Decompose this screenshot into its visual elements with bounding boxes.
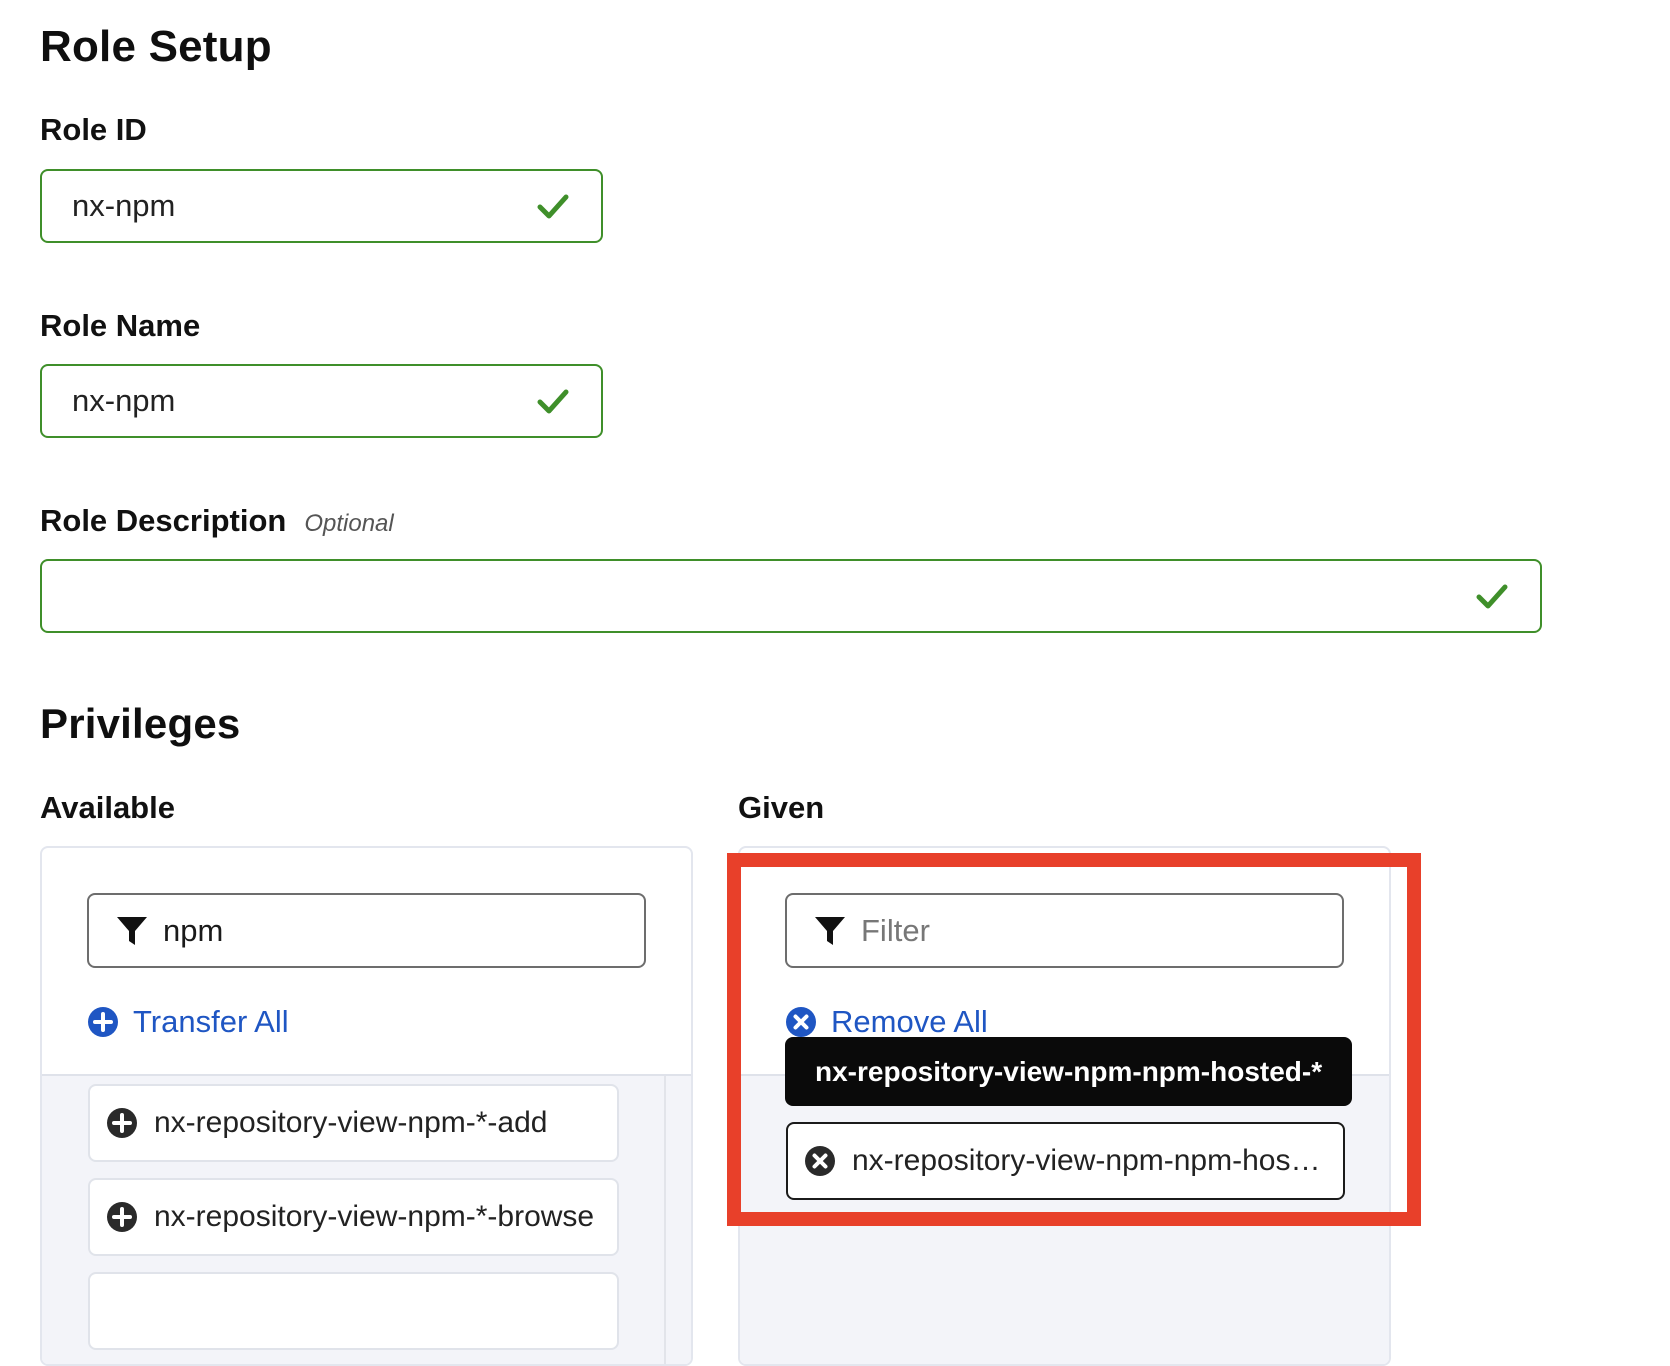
- check-icon: [1474, 578, 1510, 614]
- role-id-field[interactable]: nx-npm: [40, 169, 603, 243]
- highlight-annotation: [727, 853, 1421, 1226]
- role-description-label-row: Role Description Optional: [40, 503, 394, 539]
- transfer-all-button[interactable]: Transfer All: [87, 1004, 289, 1040]
- role-name-field[interactable]: nx-npm: [40, 364, 603, 438]
- role-description-field[interactable]: [40, 559, 1542, 633]
- check-icon: [535, 383, 571, 419]
- available-filter-input[interactable]: npm: [87, 893, 646, 968]
- transfer-all-label: Transfer All: [133, 1004, 289, 1039]
- privileges-heading: Privileges: [40, 700, 241, 747]
- check-icon: [535, 188, 571, 224]
- role-name-value: nx-npm: [72, 383, 176, 418]
- list-item-label: nx-repository-view-npm-*-add: [154, 1106, 548, 1139]
- role-description-label: Role Description: [40, 503, 287, 538]
- available-label: Available: [40, 790, 175, 825]
- role-id-label: Role ID: [40, 112, 147, 147]
- available-filter-value: npm: [163, 912, 224, 948]
- given-label: Given: [738, 790, 825, 825]
- available-panel: npm Transfer All nx-repository-view-npm-…: [40, 846, 693, 1366]
- scrollbar-track[interactable]: [664, 1076, 666, 1364]
- plus-circle-icon[interactable]: [106, 1107, 138, 1139]
- available-list: nx-repository-view-npm-*-add nx-reposito…: [42, 1074, 691, 1364]
- list-item-label: nx-repository-view-npm-*-browse: [154, 1200, 595, 1233]
- plus-circle-icon: [88, 1007, 118, 1037]
- list-item[interactable]: nx-repository-view-npm-*-add: [88, 1084, 619, 1162]
- page-title: Role Setup: [40, 22, 272, 71]
- optional-hint: Optional: [304, 510, 394, 537]
- plus-circle-icon[interactable]: [106, 1201, 138, 1233]
- list-item[interactable]: [88, 1272, 619, 1350]
- role-id-value: nx-npm: [72, 188, 176, 223]
- role-name-label: Role Name: [40, 308, 201, 343]
- funnel-icon: [117, 916, 147, 945]
- list-item[interactable]: nx-repository-view-npm-*-browse: [88, 1178, 619, 1256]
